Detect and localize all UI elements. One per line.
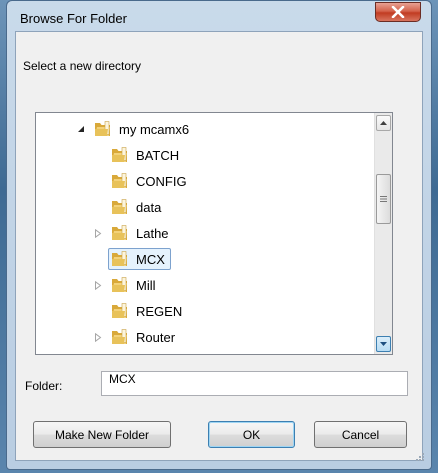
tree-item[interactable]: data — [91, 194, 167, 220]
tree-item-label: Lathe — [136, 225, 169, 241]
tree-item-label: Mill — [136, 277, 156, 293]
folder-icon — [112, 251, 127, 266]
resize-grip-icon[interactable] — [414, 451, 424, 461]
collapsed-triangle-icon[interactable] — [91, 226, 105, 240]
tree-item-label-wrap[interactable]: data — [108, 196, 167, 218]
folder-icon — [95, 121, 110, 136]
grip-icon — [380, 196, 387, 202]
tree-item-label: MCX — [136, 251, 165, 267]
tree-item[interactable]: Mill — [91, 272, 162, 298]
folder-input[interactable] — [101, 371, 408, 396]
tree-item-label-wrap[interactable]: Lathe — [108, 222, 175, 244]
tree-item[interactable]: my mcamx6 — [74, 116, 195, 142]
tree-item[interactable]: BATCH — [91, 142, 185, 168]
tree-item-label-wrap[interactable]: REGEN — [108, 300, 188, 322]
tree-item-label-wrap[interactable]: Mill — [108, 274, 162, 296]
tree-item[interactable]: MCX — [91, 246, 171, 272]
close-button[interactable] — [375, 2, 421, 22]
close-icon — [391, 6, 405, 18]
tree-item-label-wrap[interactable]: my mcamx6 — [91, 118, 195, 140]
folder-icon — [112, 303, 127, 318]
collapsed-triangle-icon[interactable] — [91, 278, 105, 292]
tree-item-label-wrap[interactable]: MCX — [108, 248, 171, 270]
tree-item-label: REGEN — [136, 303, 183, 319]
ok-button[interactable]: OK — [208, 421, 295, 448]
expanded-triangle-icon[interactable] — [74, 122, 88, 136]
cancel-button[interactable]: Cancel — [314, 421, 407, 448]
tree-item[interactable]: CONFIG — [91, 168, 193, 194]
dialog-description: Select a new directory — [23, 59, 142, 73]
scroll-up-icon — [380, 121, 387, 125]
tree-item[interactable]: Lathe — [91, 220, 175, 246]
folder-icon — [112, 173, 127, 188]
tree-item-label: my mcamx6 — [119, 121, 190, 137]
tree-item-label-wrap[interactable]: CONFIG — [108, 170, 193, 192]
folder-field-label: Folder: — [25, 379, 63, 393]
tree-scrollbar[interactable] — [374, 113, 392, 354]
tree-item-label: CONFIG — [136, 173, 187, 189]
collapsed-triangle-icon[interactable] — [91, 330, 105, 344]
tree-item-label-wrap[interactable]: BATCH — [108, 144, 185, 166]
folder-icon — [112, 277, 127, 292]
folder-icon — [112, 329, 127, 344]
scroll-up-button[interactable] — [376, 115, 391, 131]
folder-icon — [112, 225, 127, 240]
folder-tree[interactable]: my mcamx6 BATCH CONFIG data Lathe MCX Mill REGE… — [35, 112, 393, 355]
tree-item-label: data — [136, 199, 162, 215]
scroll-down-icon — [380, 342, 387, 346]
tree-item[interactable]: Router — [91, 324, 181, 350]
tree-item-label-wrap[interactable]: Router — [108, 326, 181, 348]
tree-item-label: Router — [136, 329, 176, 345]
scroll-thumb[interactable] — [376, 174, 391, 224]
folder-icon — [112, 199, 127, 214]
scroll-down-button[interactable] — [376, 336, 391, 352]
tree-item[interactable]: REGEN — [91, 298, 188, 324]
tree-item-label: BATCH — [136, 147, 180, 163]
window-title: Browse For Folder — [20, 11, 127, 26]
make-new-folder-button[interactable]: Make New Folder — [33, 421, 171, 448]
folder-icon — [112, 147, 127, 162]
